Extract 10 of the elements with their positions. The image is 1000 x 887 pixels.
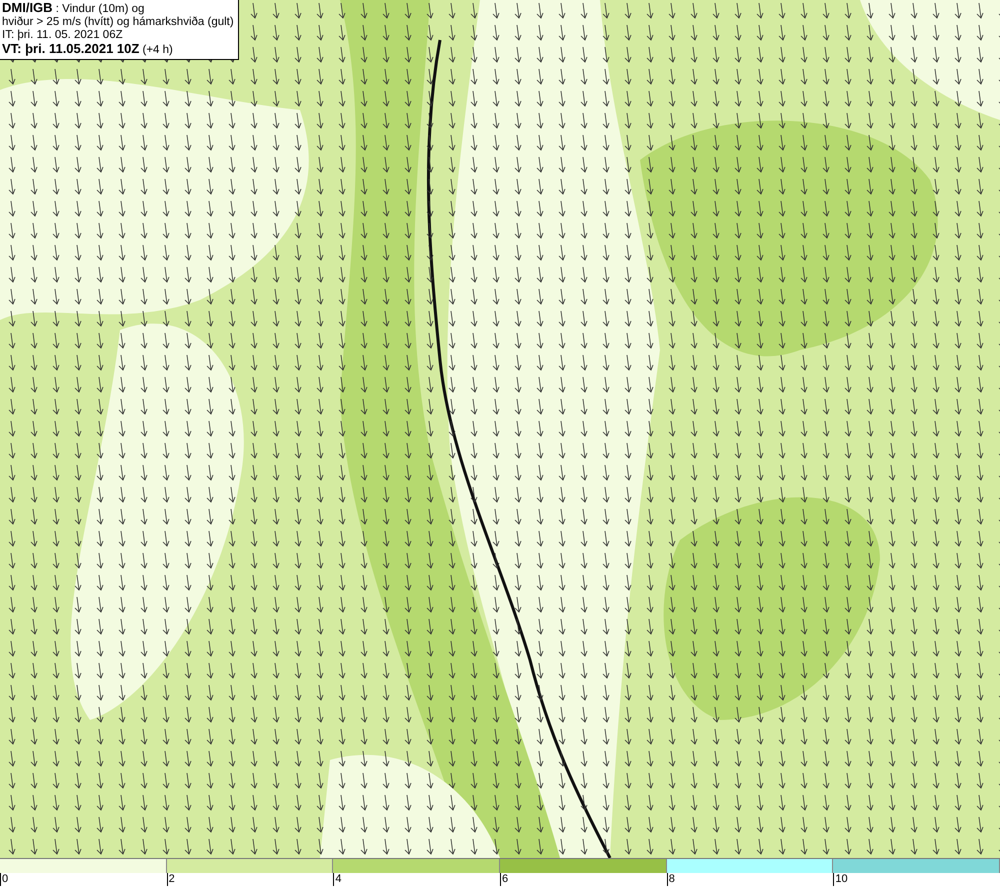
tick-label: 8 bbox=[666, 873, 675, 886]
header-text: DMI/IGB : Vindur (10m) og bbox=[2, 1, 146, 16]
tick-label: 2 bbox=[166, 873, 175, 886]
tick-label: 10 bbox=[833, 873, 848, 886]
tick-label: 0 bbox=[0, 873, 8, 886]
header-text: hviður > 25 m/s (hvítt) og hámarkshviða (gult) bbox=[2, 16, 234, 29]
tick-label: 4 bbox=[333, 873, 342, 886]
header-text: IT: þri. 11. 05. 2021 06Z bbox=[2, 29, 124, 42]
header-text: VT: þri. 11.05.2021 10Z (+4 h) bbox=[2, 42, 174, 57]
tick-label: 6 bbox=[500, 873, 508, 886]
